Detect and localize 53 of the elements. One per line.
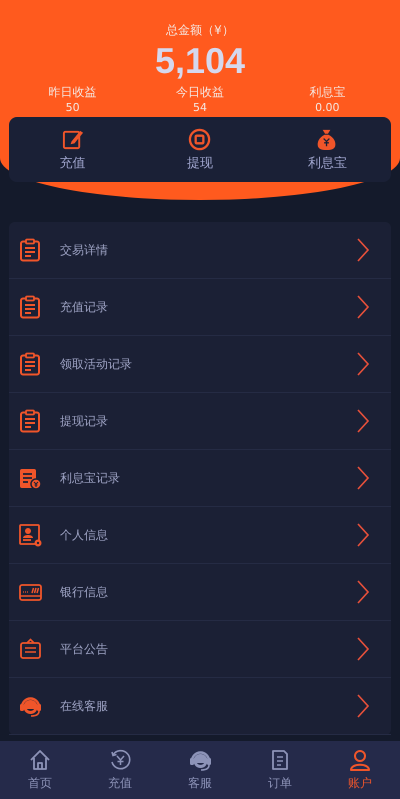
clipboard-icon (18, 238, 43, 262)
menu-item[interactable]: 在线客服 (9, 678, 391, 735)
nav-tab[interactable]: 账户 (320, 741, 400, 799)
menu-label: 利息宝记录 (60, 470, 121, 486)
menu-label: 领取活动记录 (60, 356, 133, 372)
clipboard-icon (18, 295, 43, 319)
coin-icon (188, 128, 212, 150)
chevron-right-icon (357, 523, 369, 547)
chevron-right-icon (357, 295, 369, 319)
menu-item[interactable]: 领取活动记录 (9, 336, 391, 393)
chevron-right-icon (357, 352, 369, 376)
notice-board-icon (18, 637, 43, 661)
clipboard-icon (18, 352, 43, 376)
action-link[interactable]: 提现 (186, 154, 213, 172)
chevron-right-icon (357, 466, 369, 490)
stat-value: 0.00 (315, 100, 340, 115)
menu-item[interactable]: 平台公告 (9, 621, 391, 678)
clipboard-coin-icon (18, 466, 43, 490)
action-link[interactable]: 利息宝 (308, 154, 347, 172)
menu-item[interactable]: 银行信息 (9, 564, 391, 621)
total-amount: 5,104 (154, 41, 246, 81)
total-label: 总金额（¥） (166, 22, 234, 39)
profile-card-icon (18, 523, 43, 547)
menu-item[interactable]: 个人信息 (9, 507, 391, 564)
nav-tab[interactable]: 客服 (160, 741, 240, 799)
menu-label: 银行信息 (60, 584, 109, 600)
stat-label: 今日收益 (176, 85, 224, 100)
menu-item[interactable]: 交易详情 (9, 222, 391, 279)
chevron-right-icon (357, 238, 369, 262)
home-icon (28, 748, 52, 772)
menu-item[interactable]: 提现记录 (9, 393, 391, 450)
chevron-right-icon (357, 637, 369, 661)
menu-label: 平台公告 (60, 640, 109, 658)
menu-label: 提现记录 (60, 412, 109, 430)
menu-label: 充值记录 (60, 298, 109, 316)
person-icon (348, 748, 372, 772)
menu-label: 交易详情 (60, 242, 109, 258)
clipboard-icon (18, 409, 43, 433)
nav-tab[interactable]: 首页 (0, 741, 80, 799)
menu-item[interactable]: 利息宝记录 (9, 450, 391, 507)
menu-label: 个人信息 (60, 526, 109, 544)
nav-tab[interactable]: 充值 (80, 741, 160, 799)
menu-item[interactable]: 充值记录 (9, 279, 391, 336)
stat-label: 利息宝 (309, 85, 346, 100)
nav-tab[interactable]: 订单 (240, 741, 320, 799)
chevron-right-icon (357, 580, 369, 604)
stat-label: 昨日收益 (48, 85, 97, 100)
stat-value: 50 (66, 100, 80, 115)
chevron-right-icon (357, 694, 369, 718)
action-link[interactable]: 充值 (60, 154, 86, 172)
chevron-right-icon (357, 409, 369, 433)
menu-label: 在线客服 (60, 698, 109, 714)
stat-value: 54 (192, 100, 207, 115)
